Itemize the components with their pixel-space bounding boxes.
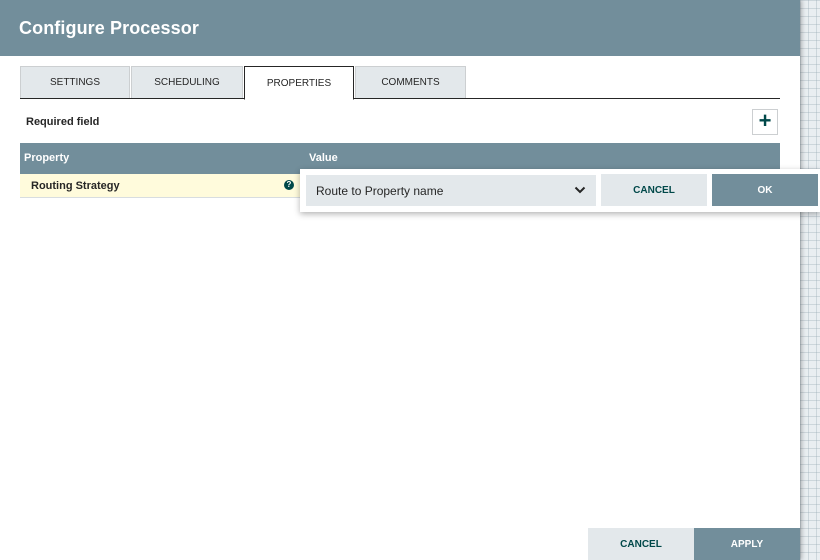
editor-ok-button[interactable]: OK [712, 174, 818, 206]
dialog-header: Configure Processor [0, 0, 800, 56]
configure-processor-dialog: Configure Processor SETTINGS SCHEDULING … [0, 0, 800, 560]
plus-icon: + [758, 108, 772, 133]
canvas-background [800, 0, 820, 560]
cancel-button[interactable]: CANCEL [588, 528, 694, 560]
tab-settings[interactable]: SETTINGS [20, 66, 130, 98]
required-field-label: Required field [26, 116, 100, 128]
add-property-button[interactable]: + [752, 109, 778, 135]
editor-cancel-button[interactable]: CANCEL [601, 174, 707, 206]
tab-comments[interactable]: COMMENTS [355, 66, 466, 98]
question-icon[interactable]: ? [284, 180, 294, 190]
tab-bar: SETTINGS SCHEDULING PROPERTIES COMMENTS [20, 66, 780, 100]
tab-properties[interactable]: PROPERTIES [244, 66, 354, 100]
tab-scheduling[interactable]: SCHEDULING [131, 66, 243, 98]
column-header-property: Property [24, 152, 70, 164]
dialog-title: Configure Processor [19, 18, 199, 38]
property-name: Routing Strategy [31, 180, 120, 192]
selected-value: Route to Property name [316, 184, 444, 198]
chevron-down-icon [574, 186, 586, 194]
property-value-editor: Route to Property name CANCEL OK [300, 169, 820, 212]
tab-divider [20, 98, 780, 99]
value-select[interactable]: Route to Property name [306, 175, 596, 206]
property-name-cell: Routing Strategy ? [20, 174, 300, 197]
column-header-value: Value [309, 152, 338, 164]
apply-button[interactable]: APPLY [694, 528, 800, 560]
